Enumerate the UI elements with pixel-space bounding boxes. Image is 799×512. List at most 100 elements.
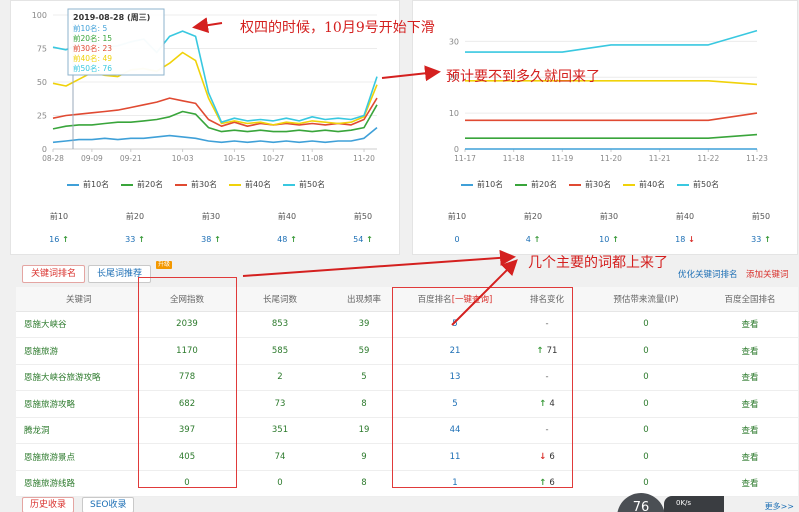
tooltip-row: 前30名: 23	[73, 43, 112, 53]
x-tick-label: 11-23	[746, 154, 768, 163]
annotation-decline: 权四的时候，10月9号开始下滑	[240, 20, 435, 36]
add-keyword-link[interactable]: 添加关键词	[746, 268, 789, 280]
legend-item[interactable]: 前20名	[515, 179, 557, 190]
y-tick-label: 25	[37, 112, 47, 121]
summary-number: 16	[49, 235, 60, 244]
col-national-rank: 百度全国排名	[702, 287, 798, 312]
cell-view-link[interactable]: 查看	[702, 311, 798, 338]
cell-baidu-rank: 44	[406, 417, 504, 444]
x-tick-label: 11-22	[697, 154, 719, 163]
cell-view-link[interactable]: 查看	[702, 337, 798, 365]
cell-frequency: 9	[322, 443, 406, 471]
cell-rank-change: ↑ 6	[504, 470, 590, 497]
up-arrow-icon: ↑	[135, 235, 145, 244]
rank-change-value: 4	[549, 398, 555, 409]
cell-view-link[interactable]: 查看	[702, 470, 798, 497]
legend-item[interactable]: 前10名	[461, 179, 503, 190]
tab-seo-index[interactable]: SEO收录	[82, 497, 135, 512]
table-row: 恩施旅游景点 405 74 9 11 ↓ 6 0 查看	[16, 443, 798, 471]
legend-label: 前40名	[245, 180, 272, 189]
up-arrow-icon: ↑	[287, 235, 297, 244]
cell-keyword[interactable]: 恩施大峡谷	[16, 311, 136, 338]
legend-swatch	[229, 183, 241, 186]
cell-keyword[interactable]: 恩施旅游攻略	[16, 390, 136, 418]
up-arrow-icon: ↑	[530, 235, 541, 244]
legend-item[interactable]: 前50名	[283, 179, 325, 190]
upgrade-badge: 升级	[156, 261, 173, 269]
summary-number: 0	[454, 235, 460, 244]
table-row: 恩施旅游 1170 585 59 21 ↑ 71 0 查看	[16, 337, 798, 365]
legend-label: 前10名	[477, 180, 504, 189]
cell-rank-change: -	[504, 311, 590, 338]
cell-estimated-traffic: 0	[590, 390, 702, 418]
summary-number: 33	[125, 235, 136, 244]
legend-item[interactable]: 前30名	[175, 179, 217, 190]
x-tick-label: 09-21	[120, 154, 142, 163]
cell-keyword[interactable]: 腾龙洞	[16, 417, 136, 444]
legend-item[interactable]: 前50名	[677, 179, 719, 190]
cell-baidu-rank: 13	[406, 364, 504, 391]
tab-keyword-rank[interactable]: 关键词排名	[22, 265, 86, 283]
cell-keyword[interactable]: 恩施旅游景点	[16, 443, 136, 471]
cell-estimated-traffic: 0	[590, 337, 702, 365]
cell-total-index: 778	[136, 364, 238, 391]
legend-item[interactable]: 前10名	[67, 179, 109, 190]
tab-longtail-recommend[interactable]: 长尾词推荐	[88, 265, 152, 283]
legend-item[interactable]: 前40名	[229, 179, 271, 190]
table-row: 腾龙洞 397 351 19 44-0 查看	[16, 417, 798, 444]
table-row: 恩施旅游线路 0 0 8 1 ↑ 6 0 查看	[16, 470, 798, 497]
y-tick-label: 0	[42, 145, 47, 154]
cell-keyword[interactable]: 恩施旅游线路	[16, 470, 136, 497]
x-tick-label: 10-27	[262, 154, 284, 163]
cell-frequency: 8	[322, 470, 406, 497]
annotation-recovery: 预计要不到多久就回来了	[446, 69, 600, 85]
summary-value: 16 ↑	[21, 235, 97, 244]
summary-number: 48	[277, 235, 288, 244]
tab-history-index[interactable]: 历史收录	[22, 497, 75, 512]
up-arrow-icon: ↑	[761, 235, 771, 244]
cell-view-link[interactable]: 查看	[702, 417, 798, 444]
summary-value: 48 ↑	[249, 235, 325, 244]
more-link[interactable]: 更多>>	[765, 501, 794, 512]
one-click-query-link[interactable]: [一键查询]	[452, 295, 493, 305]
summary-header: 前50	[751, 212, 771, 221]
legend-item[interactable]: 前40名	[623, 179, 665, 190]
summary-value: 54 ↑	[325, 235, 401, 244]
cell-longtail-count: 2	[238, 364, 322, 391]
annotation-main-keywords-up: 几个主要的词都上来了	[528, 255, 668, 271]
cell-view-link[interactable]: 查看	[702, 364, 798, 391]
chart-legend-history: 前10名 前20名 前30名 前40名 前50名	[11, 179, 401, 193]
cell-baidu-rank: 21	[406, 337, 504, 365]
col-longtail-count: 长尾词数	[238, 287, 322, 312]
cell-keyword[interactable]: 恩施旅游	[16, 337, 136, 365]
cell-longtail-count: 73	[238, 390, 322, 418]
cell-keyword[interactable]: 恩施大峡谷旅游攻略	[16, 364, 136, 391]
legend-label: 前50名	[299, 180, 326, 189]
legend-label: 前10名	[83, 180, 110, 189]
chart-tooltip: 2019-08-28 (周三)前10名: 5前20名: 15前30名: 23前4…	[67, 8, 165, 149]
summary-value: 38 ↑	[173, 235, 249, 244]
summary-header: 前50	[353, 212, 373, 221]
chart-legend-recent: 前10名 前20名 前30名 前40名 前50名	[413, 179, 799, 193]
cell-longtail-count: 853	[238, 311, 322, 338]
summary-header: 前40	[675, 212, 695, 221]
cell-view-link[interactable]: 查看	[702, 390, 798, 418]
summary-header: 前40	[277, 212, 297, 221]
series-line-3[interactable]	[465, 112, 758, 122]
cell-rank-change: -	[504, 364, 590, 391]
x-tick-label: 11-20	[353, 154, 375, 163]
legend-item[interactable]: 前30名	[569, 179, 611, 190]
optimize-keyword-rank-link[interactable]: 优化关键词排名	[678, 268, 738, 280]
cell-longtail-count: 74	[238, 443, 322, 471]
legend-label: 前30名	[191, 180, 218, 189]
legend-swatch	[569, 183, 581, 186]
cell-view-link[interactable]: 查看	[702, 443, 798, 471]
series-line-2[interactable]	[465, 133, 758, 139]
x-tick-label: 09-09	[81, 154, 103, 163]
table-row: 恩施旅游攻略 682 73 8 5 ↑ 4 0 查看	[16, 390, 798, 418]
cell-frequency: 59	[322, 337, 406, 365]
up-arrow-icon: ↑	[539, 478, 550, 489]
x-tick-label: 11-17	[454, 154, 476, 163]
cell-total-index: 405	[136, 443, 238, 471]
legend-item[interactable]: 前20名	[121, 179, 163, 190]
